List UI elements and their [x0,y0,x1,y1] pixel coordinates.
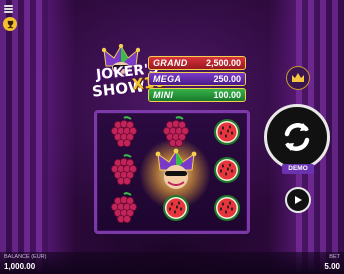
refresh-icon [284,123,310,151]
jackpot-value: 100.00 [213,90,241,100]
demo-badge: DEMO [282,164,314,174]
jackpot-label: GRAND [153,58,188,68]
jackpot-board: GRAND 2,500.00 MEGA 250.00 MINI 100.00 [148,56,246,104]
reel-symbol-watermelon-icon [203,151,251,189]
jackpot-label: MEGA [153,74,182,84]
bottom-bar [0,252,344,274]
reel-symbol-grapes-icon [100,113,148,151]
reel-symbol-watermelon-icon [203,113,251,151]
crown-icon [292,73,304,82]
autoplay-button[interactable] [285,187,311,213]
play-icon [295,196,302,204]
jackpot-label: MINI [153,90,174,100]
buy-feature-button[interactable] [286,66,310,90]
balance-value: 1,000.00 [4,262,36,271]
reel-symbol-grapes-icon [152,113,200,151]
jackpot-value: 250.00 [213,74,241,84]
reel-symbol-watermelon-icon [203,189,251,227]
balance-label: BALANCE (EUR) [4,254,47,260]
reel-symbol-joker-icon [152,148,200,189]
jackpot-value: 2,500.00 [205,58,241,68]
reel-symbol-watermelon-icon [152,189,200,227]
spin-button[interactable] [264,104,330,170]
bet-label: BET [329,254,340,260]
reel-symbol-grapes-icon [100,189,148,227]
jackpot-mega: MEGA 250.00 [148,72,246,86]
menu-icon[interactable] [4,5,13,13]
left-curtain [0,0,48,274]
bet-value: 5.00 [324,262,340,271]
jackpot-grand: GRAND 2,500.00 [148,56,246,70]
jackpot-mini: MINI 100.00 [148,88,246,102]
reel-symbol-grapes-icon [100,151,148,189]
trophy-icon[interactable] [3,17,17,31]
